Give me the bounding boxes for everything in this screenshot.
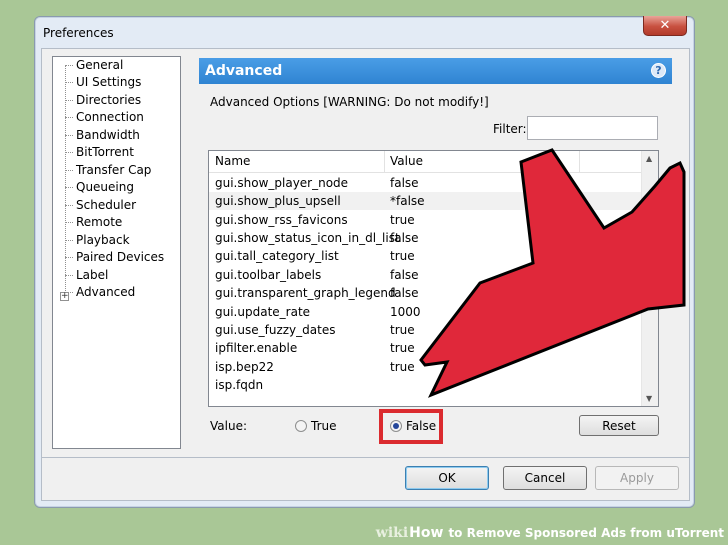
close-button[interactable]: ✕ [643, 16, 687, 36]
row-name: gui.transparent_graph_legend [215, 286, 396, 300]
options-list: Name Value gui.show_player_node false gui… [208, 150, 659, 407]
tree-item-directories[interactable]: Directories [64, 92, 141, 109]
row-name: gui.show_rss_favicons [215, 213, 348, 227]
tree-item-paired-devices[interactable]: Paired Devices [64, 249, 164, 266]
row-value: true [390, 323, 415, 337]
cancel-button[interactable]: Cancel [503, 466, 587, 490]
wikihow-watermark: wiki How to Remove Sponsored Ads from uT… [376, 522, 724, 544]
row-name: isp.bep22 [215, 360, 274, 374]
panel-title-bar: Advanced ? [199, 58, 672, 84]
list-header: Name Value [209, 151, 642, 173]
row-value: false [390, 231, 419, 245]
row-name: gui.show_plus_upsell [215, 194, 341, 208]
category-tree: General UI Settings Directories Connecti… [52, 56, 181, 449]
value-label: Value: [210, 419, 247, 433]
row-value: false [390, 268, 419, 282]
watermark-how: How [409, 525, 444, 541]
column-divider[interactable] [579, 151, 580, 173]
apply-button[interactable]: Apply [595, 466, 679, 490]
row-name: gui.show_player_node [215, 176, 349, 190]
tree-item-remote[interactable]: Remote [64, 214, 122, 231]
scroll-down-icon[interactable]: ▼ [646, 394, 652, 403]
row-name: gui.use_fuzzy_dates [215, 323, 336, 337]
row-name: isp.fqdn [215, 378, 264, 392]
table-row-selected[interactable]: gui.show_plus_upsell *false [209, 192, 642, 210]
column-header-value[interactable]: Value [390, 154, 423, 168]
table-row[interactable]: gui.toolbar_labels false [209, 266, 642, 284]
row-name: ipfilter.enable [215, 341, 298, 355]
window-title: Preferences [43, 26, 114, 40]
row-value: *false [390, 194, 425, 208]
table-row[interactable]: gui.use_fuzzy_dates true [209, 321, 642, 339]
panel-title: Advanced [205, 63, 283, 79]
tree-item-transfer-cap[interactable]: Transfer Cap [64, 162, 151, 179]
tree-item-advanced[interactable]: Advanced [64, 284, 135, 301]
row-name: gui.toolbar_labels [215, 268, 322, 282]
close-icon: ✕ [659, 18, 671, 33]
row-value: 1000 [390, 305, 421, 319]
table-row[interactable]: gui.show_rss_favicons true [209, 211, 642, 229]
true-radio-label[interactable]: True [311, 419, 337, 433]
table-row[interactable]: ipfilter.enable true [209, 339, 642, 357]
row-value: true [390, 360, 415, 374]
dialog-body: General UI Settings Directories Connecti… [41, 48, 690, 458]
filter-label: Filter: [493, 122, 527, 136]
table-row[interactable]: gui.tall_category_list true [209, 247, 642, 265]
table-row[interactable]: gui.show_player_node false [209, 174, 642, 192]
true-radio[interactable] [295, 420, 307, 432]
scroll-thumb[interactable] [643, 257, 657, 274]
table-row[interactable]: isp.bep22 true [209, 358, 642, 376]
tree-item-connection[interactable]: Connection [65, 109, 144, 126]
tree-item-queueing[interactable]: Queueing [65, 179, 134, 196]
tree-item-ui-settings[interactable]: UI Settings [64, 74, 141, 91]
row-value: true [390, 249, 415, 263]
row-name: gui.tall_category_list [215, 249, 339, 263]
watermark-text: to Remove Sponsored Ads from uTorrent [448, 526, 724, 540]
column-divider[interactable] [384, 151, 385, 173]
tree-item-general[interactable]: General [64, 57, 123, 74]
scroll-up-icon[interactable]: ▲ [646, 154, 652, 163]
column-header-name[interactable]: Name [215, 154, 250, 168]
filter-input[interactable] [527, 116, 658, 140]
tree-item-scheduler[interactable]: Scheduler [64, 197, 136, 214]
table-row[interactable]: gui.transparent_graph_legend false [209, 284, 642, 302]
watermark-wiki: wiki [375, 525, 409, 541]
row-value: true [390, 341, 415, 355]
preferences-window: Preferences ✕ General UI Settings Direct… [34, 16, 695, 508]
row-value: false [390, 176, 419, 190]
reset-button[interactable]: Reset [579, 415, 659, 436]
table-row[interactable]: isp.fqdn [209, 376, 642, 394]
tree-item-playback[interactable]: Playback [65, 232, 130, 249]
table-row[interactable]: gui.show_status_icon_in_dl_list false [209, 229, 642, 247]
table-row[interactable]: gui.update_rate 1000 [209, 303, 642, 321]
dialog-footer: OK Cancel Apply [41, 458, 690, 501]
expand-plus-icon[interactable]: + [60, 292, 69, 301]
advanced-options-label: Advanced Options [WARNING: Do not modify… [210, 95, 489, 109]
row-name: gui.show_status_icon_in_dl_list [215, 231, 400, 245]
list-scrollbar[interactable]: ▲ ▼ [641, 151, 658, 406]
help-icon[interactable]: ? [651, 63, 666, 78]
highlight-box [379, 409, 443, 444]
row-name: gui.update_rate [215, 305, 311, 319]
tree-item-bittorrent[interactable]: BitTorrent [65, 144, 134, 161]
tree-item-bandwidth[interactable]: Bandwidth [65, 127, 140, 144]
tree-item-label[interactable]: Label [64, 267, 108, 284]
ok-button[interactable]: OK [405, 466, 489, 490]
row-value: true [390, 213, 415, 227]
row-value: false [390, 286, 419, 300]
